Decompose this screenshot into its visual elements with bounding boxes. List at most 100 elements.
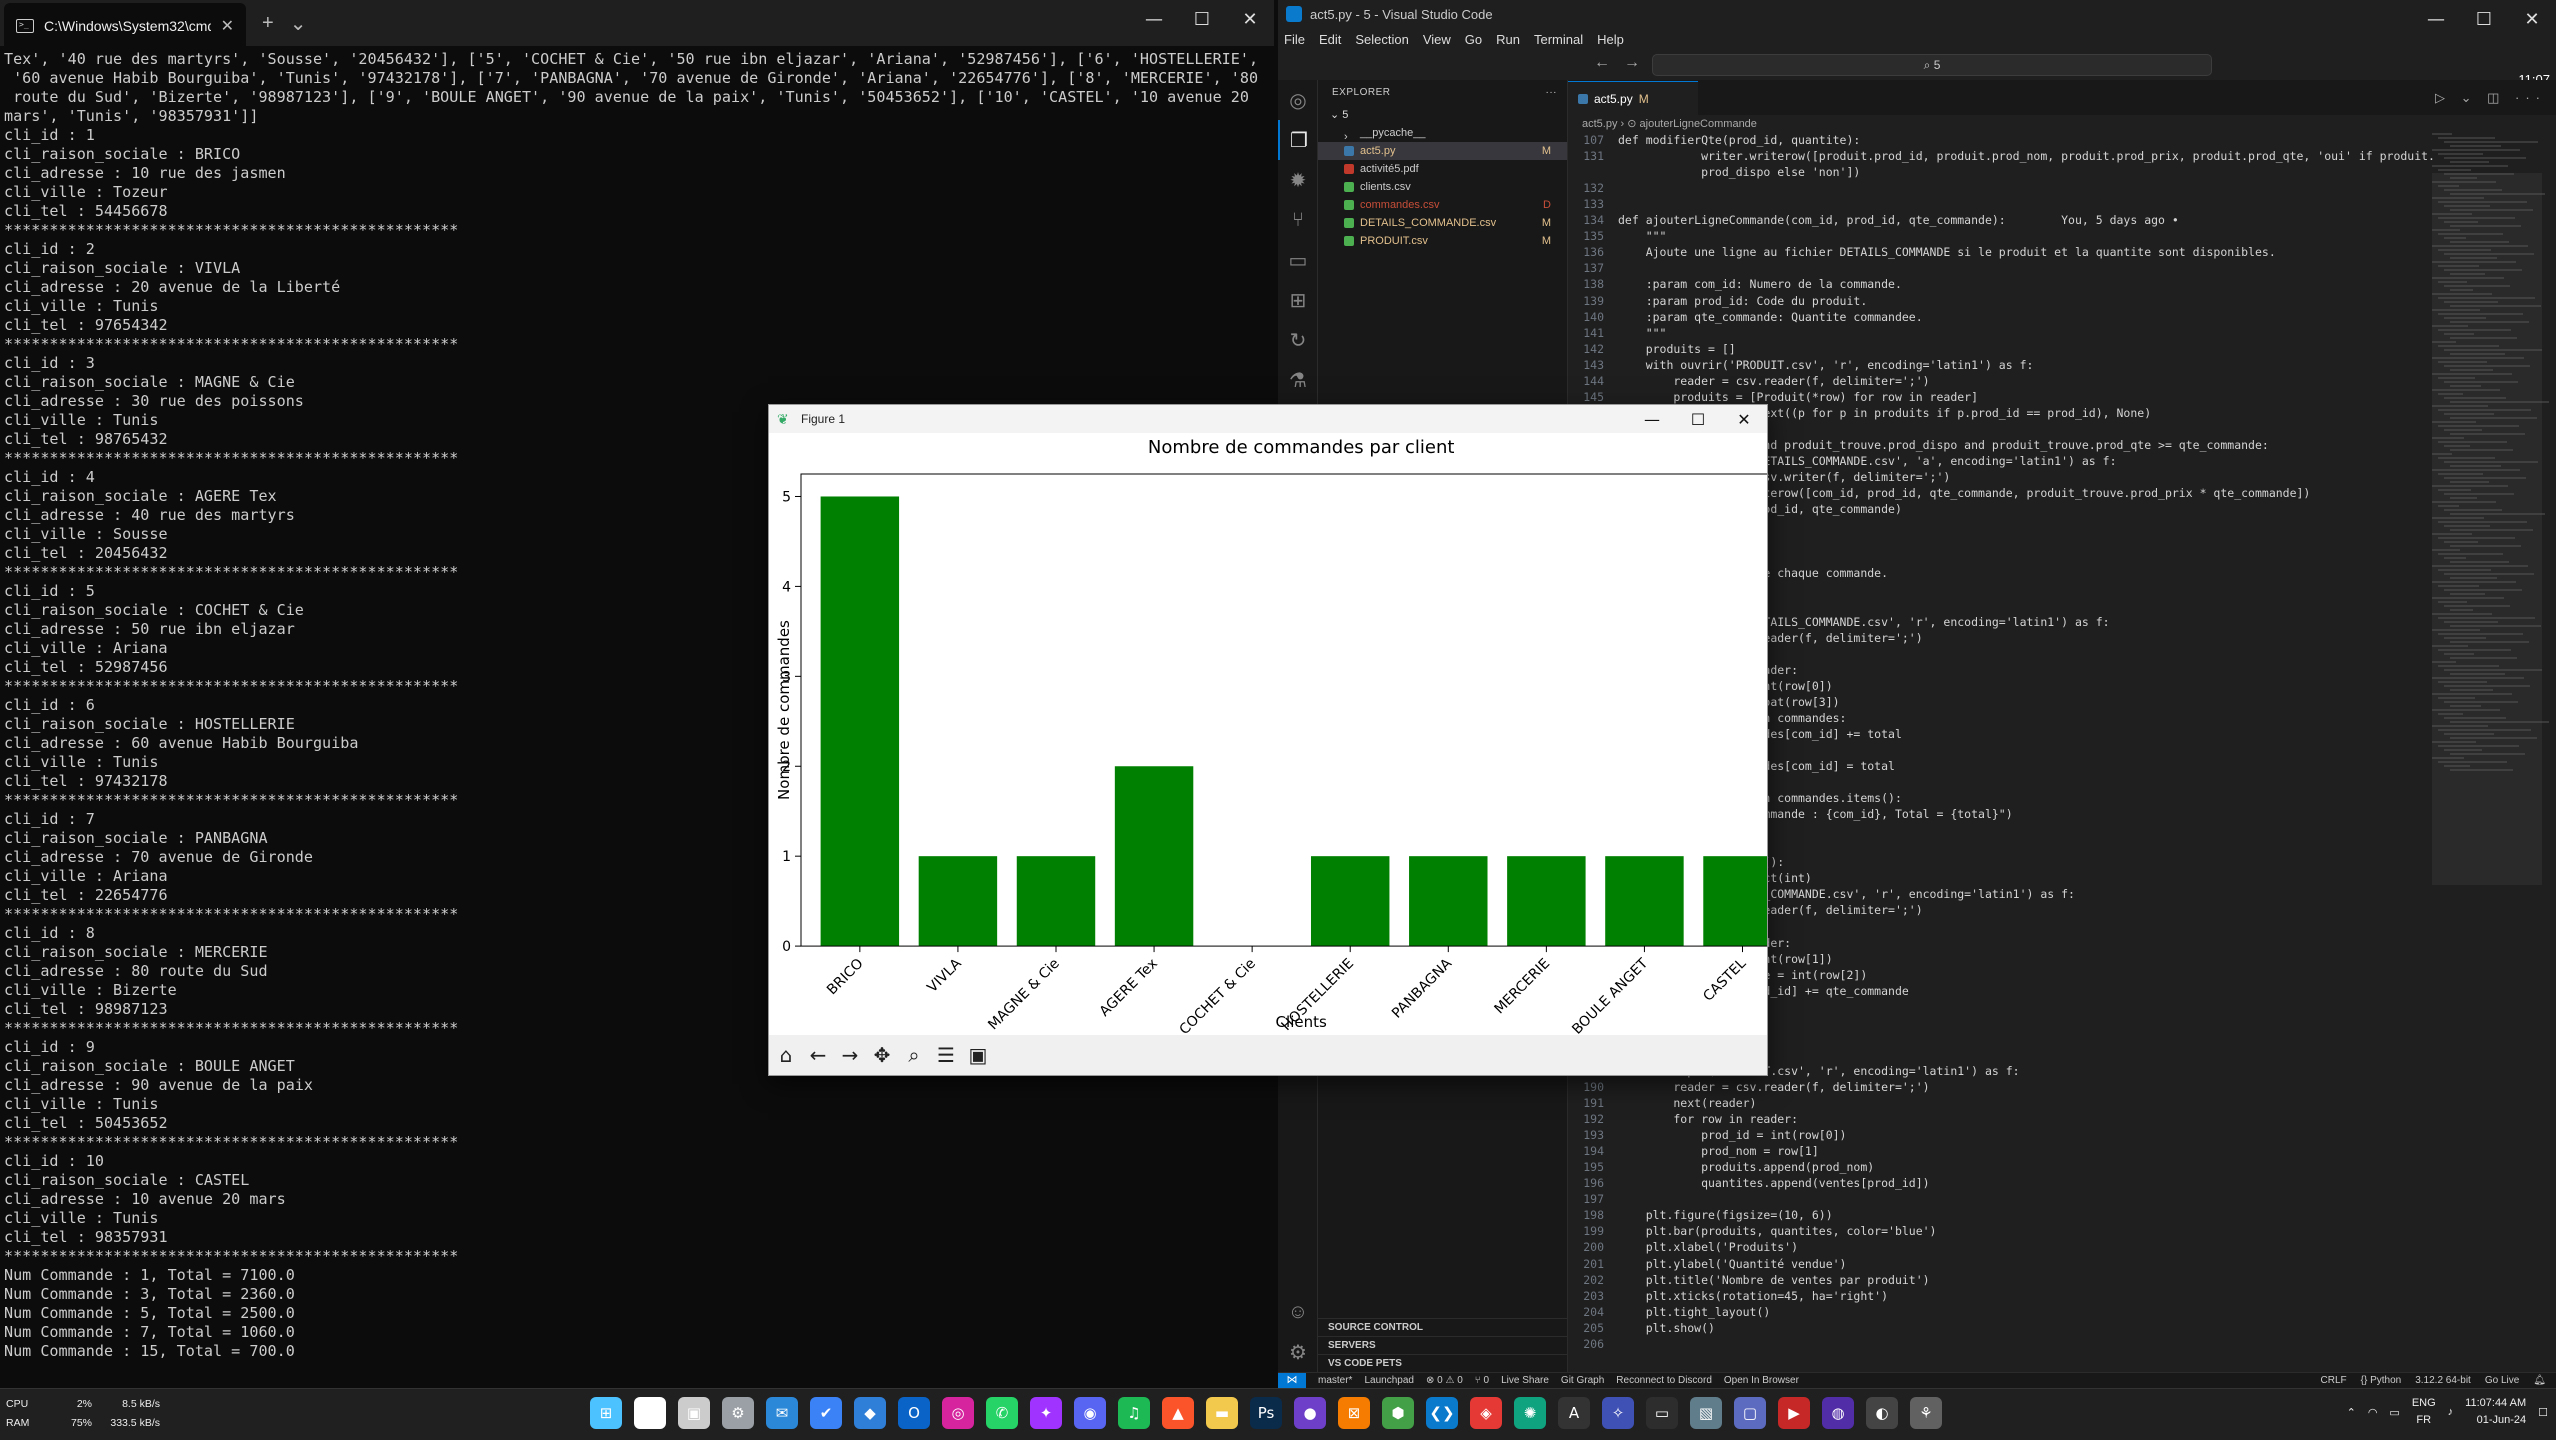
discord-icon[interactable]: ◉ — [1074, 1397, 1106, 1429]
testing-icon[interactable]: ⚗ — [1278, 360, 1318, 400]
photoshop-icon[interactable]: Ps — [1250, 1397, 1282, 1429]
back-icon[interactable]: ← — [807, 1044, 829, 1066]
branch-status[interactable]: master* — [1318, 1375, 1352, 1386]
accounts-icon[interactable]: ◎ — [1278, 80, 1318, 120]
configure-icon[interactable]: ☰ — [935, 1044, 957, 1066]
save-icon[interactable]: ▣ — [967, 1044, 989, 1066]
tab-dropdown-button[interactable]: ⌄ — [290, 11, 307, 36]
cmd-tab[interactable]: >_ C:\Windows\System32\cmd.e ✕ — [4, 3, 246, 49]
battery-icon[interactable]: ▭ — [2389, 1406, 2399, 1419]
account-icon[interactable]: ☺ — [1278, 1292, 1318, 1332]
menu-item-help[interactable]: Help — [1597, 32, 1624, 47]
live-share-status[interactable]: Live Share — [1501, 1375, 1549, 1386]
file-item[interactable]: commandes.csv D — [1318, 196, 1567, 214]
github-icon[interactable]: ● — [1294, 1397, 1326, 1429]
brave-icon[interactable]: ▲ — [1162, 1397, 1194, 1429]
close-button[interactable]: ✕ — [1226, 0, 1274, 38]
pan-icon[interactable]: ✥ — [871, 1044, 893, 1066]
discord-status[interactable]: Reconnect to Discord — [1616, 1375, 1712, 1386]
nav-arrows-icon[interactable]: ←→ — [1594, 54, 1654, 72]
explorer-icon[interactable]: ❐ — [1278, 120, 1318, 160]
window-icon[interactable]: ▢ — [1734, 1397, 1766, 1429]
zoom-icon[interactable]: ⌕ — [903, 1044, 925, 1066]
maximize-button[interactable]: ☐ — [1675, 405, 1721, 433]
python-icon[interactable]: ⚘ — [1910, 1397, 1942, 1429]
interpreter-status[interactable]: 3.12.2 64-bit — [2415, 1375, 2471, 1386]
debug-icon[interactable]: ✹ — [1278, 160, 1318, 200]
menu-item-selection[interactable]: Selection — [1355, 32, 1408, 47]
explorer-icon[interactable]: ▬ — [1206, 1397, 1238, 1429]
new-tab-button[interactable]: + — [262, 12, 274, 35]
language-indicator[interactable]: ENG FR — [2412, 1395, 2436, 1429]
xampp-icon[interactable]: ⊠ — [1338, 1397, 1370, 1429]
messenger-icon[interactable]: ✦ — [1030, 1397, 1062, 1429]
launchpad-status[interactable]: Launchpad — [1364, 1375, 1414, 1386]
problems-status[interactable]: ⊗ 0 ⚠ 0 — [1426, 1375, 1463, 1386]
media-icon[interactable]: ▶ — [1778, 1397, 1810, 1429]
file-item[interactable]: PRODUIT.csv M — [1318, 232, 1567, 250]
wifi-icon[interactable]: ◠ — [2368, 1406, 2378, 1419]
breadcrumb[interactable]: act5.py › ⊙ ajouterLigneCommande — [1568, 115, 2556, 133]
spotify-icon[interactable]: ♫ — [1118, 1397, 1150, 1429]
file-item[interactable]: clients.csv — [1318, 178, 1567, 196]
close-button[interactable]: ✕ — [1721, 405, 1767, 433]
speaker-icon[interactable]: ♪ — [2448, 1406, 2454, 1418]
box-icon[interactable]: ◆ — [854, 1397, 886, 1429]
close-button[interactable]: ✕ — [2508, 0, 2556, 38]
a-icon[interactable]: A — [1558, 1397, 1590, 1429]
minimize-button[interactable]: — — [2412, 0, 2460, 38]
remote-indicator-icon[interactable]: ⋈ — [1278, 1372, 1306, 1389]
command-center-search[interactable]: ⌕ 5 — [1652, 54, 2212, 76]
whatsapp-icon[interactable]: ✆ — [986, 1397, 1018, 1429]
home-icon[interactable]: ⌂ — [775, 1044, 797, 1066]
eol-status[interactable]: CRLF — [2321, 1375, 2347, 1386]
sidebar-section[interactable]: SERVERS — [1318, 1336, 1567, 1354]
maximize-button[interactable]: ☐ — [1178, 0, 1226, 38]
maximize-button[interactable]: ☐ — [2460, 0, 2508, 38]
tray-overflow-icon[interactable]: ⌃ — [2347, 1406, 2356, 1419]
menu-item-edit[interactable]: Edit — [1319, 32, 1341, 47]
source-control-icon[interactable]: ⑂ — [1278, 200, 1318, 240]
chatgpt-icon[interactable]: ✺ — [1514, 1397, 1546, 1429]
manage-gear-icon[interactable]: ⚙ — [1278, 1332, 1318, 1372]
photos-icon[interactable]: ▧ — [1690, 1397, 1722, 1429]
tab-act5-py[interactable]: act5.py M — [1568, 81, 1698, 115]
outlook-icon[interactable]: O — [898, 1397, 930, 1429]
settings-icon[interactable]: ⚙ — [722, 1397, 754, 1429]
instagram-icon[interactable]: ◎ — [942, 1397, 974, 1429]
sidebar-section[interactable]: VS CODE PETS — [1318, 1354, 1567, 1372]
forward-icon[interactable]: → — [839, 1044, 861, 1066]
open-browser-status[interactable]: Open In Browser — [1724, 1375, 1799, 1386]
start-icon[interactable]: ⊞ — [590, 1397, 622, 1429]
minimize-button[interactable]: — — [1130, 0, 1178, 38]
menu-item-file[interactable]: File — [1284, 32, 1305, 47]
language-status[interactable]: {} Python — [2361, 1375, 2402, 1386]
terminal-icon[interactable]: ▭ — [1646, 1397, 1678, 1429]
search-icon[interactable]: ⌕ — [634, 1397, 666, 1429]
file-item[interactable]: › __pycache__ — [1318, 124, 1567, 143]
taskbar-clock[interactable]: 11:07:44 AM 01-Jun-24 — [2465, 1395, 2526, 1429]
close-tab-icon[interactable]: ✕ — [221, 16, 234, 36]
file-item[interactable]: DETAILS_COMMANDE.csv M — [1318, 214, 1567, 232]
notifications-bell-icon[interactable]: 🔔︎ — [2533, 1375, 2546, 1386]
extensions-icon[interactable]: ⊞ — [1278, 280, 1318, 320]
menu-item-view[interactable]: View — [1423, 32, 1451, 47]
menu-item-run[interactable]: Run — [1496, 32, 1520, 47]
more-actions-icon[interactable]: ··· — [1546, 80, 1558, 106]
node-icon[interactable]: ⬢ — [1382, 1397, 1414, 1429]
remote-explorer-icon[interactable]: ▭ — [1278, 240, 1318, 280]
sidebar-section[interactable]: SOURCE CONTROL — [1318, 1318, 1567, 1336]
task-view-icon[interactable]: ▣ — [678, 1397, 710, 1429]
github-desktop-icon[interactable]: ◐ — [1866, 1397, 1898, 1429]
root-folder[interactable]: ⌄ 5 — [1318, 106, 1567, 124]
menu-item-go[interactable]: Go — [1465, 32, 1482, 47]
file-item[interactable]: activité5.pdf — [1318, 160, 1567, 178]
git-graph-status[interactable]: Git Graph — [1561, 1375, 1604, 1386]
go-live-status[interactable]: Go Live — [2485, 1375, 2519, 1386]
run-actions-icon[interactable]: ▷ ⌄ ◫ ··· — [2435, 90, 2546, 106]
vscode-icon[interactable]: ❮❯ — [1426, 1397, 1458, 1429]
file-item[interactable]: act5.py M — [1318, 142, 1567, 160]
minimize-button[interactable]: — — [1629, 405, 1675, 433]
ports-status[interactable]: ⑂ 0 — [1475, 1375, 1489, 1386]
minimap[interactable] — [2432, 133, 2549, 1353]
